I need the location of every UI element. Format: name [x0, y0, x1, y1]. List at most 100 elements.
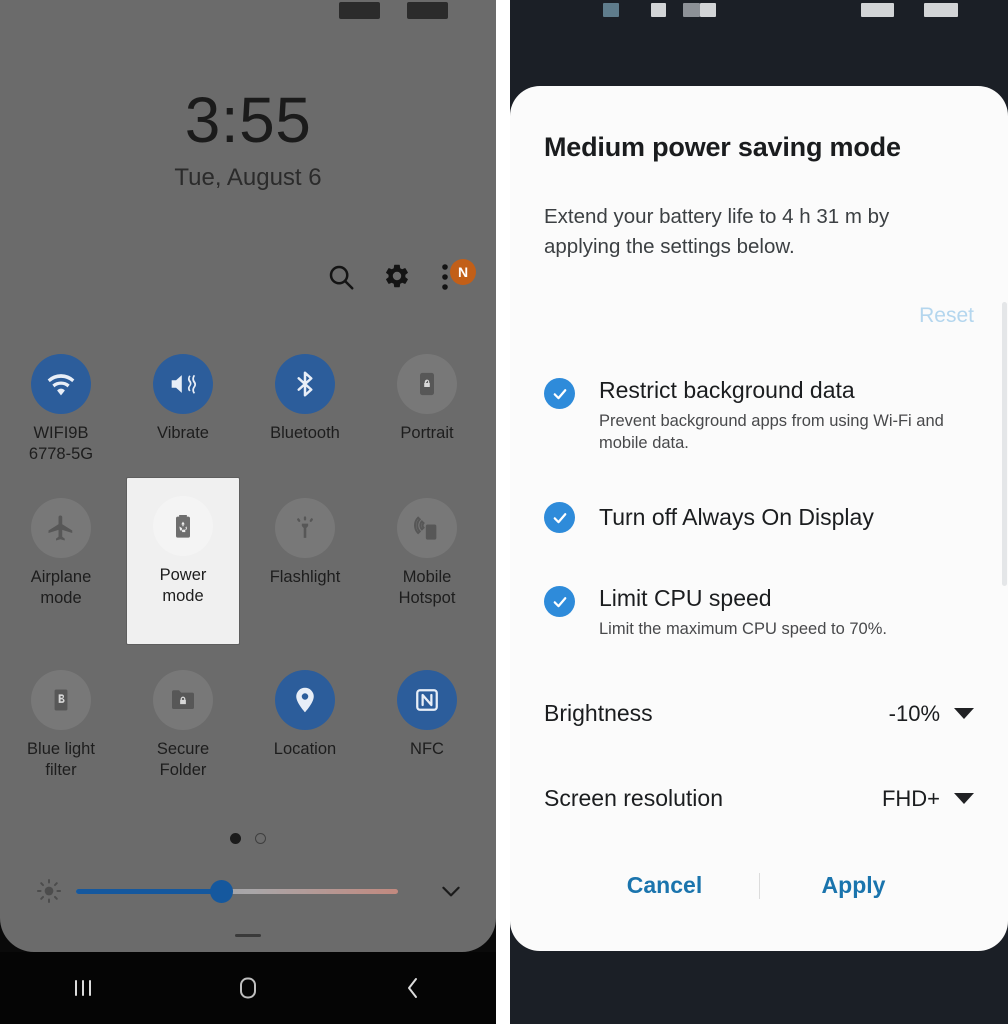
page-dot-active[interactable]: [230, 833, 241, 844]
tile-label: Mobile Hotspot: [399, 567, 456, 609]
tile-label-line1: Secure: [156, 740, 210, 758]
chevron-down-icon[interactable]: [954, 708, 974, 719]
setting-value: -10%: [888, 700, 940, 726]
tile-label: Power mode: [160, 565, 207, 607]
bluetooth-icon: [275, 354, 335, 414]
quick-settings-sheet: 3:55 Tue, August 6 N WIFI9B 6778-5G Vibr…: [0, 0, 496, 952]
option-restrict-background-data[interactable]: Restrict background data Prevent backgro…: [544, 377, 974, 455]
setting-screen-resolution[interactable]: Screen resolution FHD+: [544, 785, 974, 812]
option-text: Restrict background data Prevent backgro…: [599, 377, 974, 455]
page-dot[interactable]: [255, 833, 266, 844]
brightness-slider[interactable]: [76, 876, 422, 906]
option-title: Turn off Always On Display: [599, 503, 874, 530]
apply-button[interactable]: Apply: [760, 872, 948, 899]
dialog-scrollbar[interactable]: [1002, 302, 1007, 586]
dialog-actions: Cancel Apply: [510, 872, 1008, 899]
tile-label: Secure Folder: [157, 739, 209, 781]
option-text: Limit CPU speed Limit the maximum CPU sp…: [599, 585, 974, 641]
slider-thumb[interactable]: [210, 880, 233, 903]
option-title: Restrict background data: [599, 377, 855, 403]
tile-mobile-hotspot[interactable]: Mobile Hotspot: [371, 492, 483, 644]
home-button[interactable]: [208, 975, 288, 1001]
tile-bluetooth[interactable]: Bluetooth: [249, 348, 361, 474]
search-icon[interactable]: [326, 262, 356, 292]
quick-settings-tile-grid: WIFI9B 6778-5G Vibrate Bluetooth Portrai…: [0, 348, 496, 790]
blue-light-filter-icon: [31, 670, 91, 730]
setting-label: Brightness: [544, 700, 653, 726]
setting-value-group[interactable]: FHD+: [882, 786, 974, 812]
tile-label: Location: [273, 740, 337, 758]
flashlight-icon: [275, 498, 335, 558]
wifi-icon: [31, 354, 91, 414]
navigation-bar-left: [0, 952, 496, 1024]
option-turn-off-always-on-display[interactable]: Turn off Always On Display: [544, 502, 974, 533]
tile-row: Airplane mode Power mode Flashlight Mobi…: [0, 478, 496, 644]
vibrate-icon: [153, 354, 213, 414]
tile-label: Bluetooth: [270, 424, 340, 442]
setting-brightness[interactable]: Brightness -10%: [544, 700, 974, 727]
status-bar-redacted-block: [861, 3, 894, 17]
tile-label-line1: Power: [159, 566, 207, 584]
status-bar-right: [510, 0, 1008, 26]
power-saving-dialog-panel: Medium power saving mode Extend your bat…: [510, 0, 1008, 1024]
tile-nfc[interactable]: NFC: [371, 664, 483, 790]
chevron-down-icon[interactable]: [954, 793, 974, 804]
brightness-slider-row: [0, 876, 496, 906]
tile-label-line2: Hotspot: [398, 589, 456, 608]
status-bar-redacted-block: [924, 3, 958, 17]
nfc-icon: [397, 670, 457, 730]
screen-rotation-lock-icon: [397, 354, 457, 414]
tile-blue-light-filter[interactable]: Blue light filter: [5, 664, 117, 790]
power-saving-battery-icon: [153, 496, 213, 556]
checkbox-checked-icon[interactable]: [544, 586, 575, 617]
page-indicator: [0, 833, 496, 844]
chevron-down-icon[interactable]: [428, 878, 474, 904]
overflow-menu-icon[interactable]: N: [440, 259, 476, 292]
status-bar-redacted-block: [407, 2, 448, 19]
option-limit-cpu-speed[interactable]: Limit CPU speed Limit the maximum CPU sp…: [544, 585, 974, 641]
back-button[interactable]: [373, 975, 453, 1001]
tile-portrait[interactable]: Portrait: [371, 348, 483, 474]
tile-vibrate[interactable]: Vibrate: [127, 348, 239, 474]
panel-drag-handle[interactable]: [235, 934, 261, 937]
tile-location[interactable]: Location: [249, 664, 361, 790]
option-title: Limit CPU speed: [599, 585, 772, 611]
reset-button[interactable]: Reset: [919, 304, 974, 328]
tile-secure-folder[interactable]: Secure Folder: [127, 664, 239, 790]
clock-date: Tue, August 6: [174, 164, 322, 191]
status-bar-redacted-block: [700, 3, 716, 17]
setting-label: Screen resolution: [544, 785, 723, 811]
status-bar-redacted-block: [651, 3, 666, 17]
setting-value-group[interactable]: -10%: [889, 701, 974, 727]
slider-fill: [76, 889, 224, 894]
tile-row: WIFI9B 6778-5G Vibrate Bluetooth Portrai…: [0, 348, 496, 474]
tile-label: Blue light filter: [27, 739, 95, 781]
mobile-hotspot-icon: [397, 498, 457, 558]
checkbox-checked-icon[interactable]: [544, 502, 575, 533]
option-subtitle: Prevent background apps from using Wi-Fi…: [599, 412, 944, 453]
tile-label: Vibrate: [157, 424, 209, 442]
power-saving-dialog: Medium power saving mode Extend your bat…: [510, 86, 1008, 951]
tile-label-line2: mode: [162, 587, 204, 606]
status-bar-redacted-block: [339, 2, 380, 19]
checkbox-checked-icon[interactable]: [544, 378, 575, 409]
cancel-button[interactable]: Cancel: [571, 872, 759, 899]
secure-folder-icon: [153, 670, 213, 730]
tile-label-line1: Airplane: [30, 568, 92, 586]
notification-badge: N: [450, 259, 476, 285]
tile-label-line1: Blue light: [27, 740, 95, 758]
tile-label-line2: filter: [45, 761, 77, 780]
tile-label: Flashlight: [269, 568, 341, 586]
tile-airplane-mode[interactable]: Airplane mode: [5, 492, 117, 644]
status-bar-redacted-block: [683, 3, 700, 17]
location-pin-icon: [275, 670, 335, 730]
tile-wifi[interactable]: WIFI9B 6778-5G: [5, 348, 117, 474]
gear-icon[interactable]: [383, 262, 413, 292]
tile-row: Blue light filter Secure Folder Location…: [0, 664, 496, 790]
tile-power-mode[interactable]: Power mode: [127, 478, 239, 644]
recents-button[interactable]: [43, 976, 123, 1000]
dialog-description: Extend your battery life to 4 h 31 m by …: [544, 205, 890, 258]
tile-flashlight[interactable]: Flashlight: [249, 492, 361, 644]
option-subtitle: Limit the maximum CPU speed to 70%.: [599, 620, 887, 639]
quick-settings-panel: 3:55 Tue, August 6 N WIFI9B 6778-5G Vibr…: [0, 0, 496, 1024]
